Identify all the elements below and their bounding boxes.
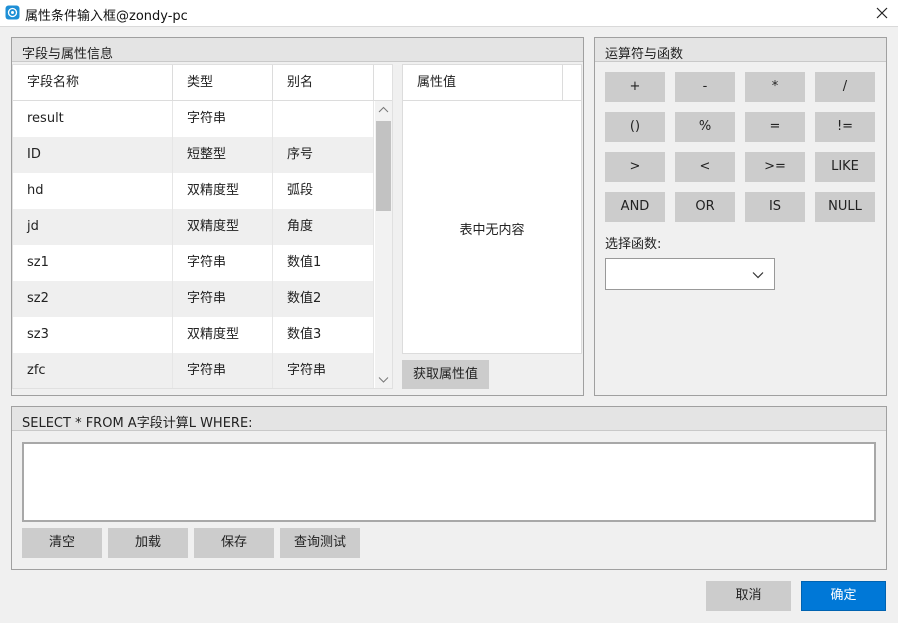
- operator-divide-button[interactable]: /: [815, 72, 875, 102]
- cell-alias: 弧段: [273, 173, 374, 209]
- table-row[interactable]: sz1 字符串 数值1: [13, 245, 374, 281]
- operator-equals-button[interactable]: =: [745, 112, 805, 142]
- scroll-thumb[interactable]: [376, 121, 391, 211]
- operator-parentheses-button[interactable]: (): [605, 112, 665, 142]
- table-row[interactable]: sz2 字符串 数值2: [13, 281, 374, 317]
- attribute-values-list[interactable]: 属性值 表中无内容: [402, 64, 582, 354]
- ok-button[interactable]: 确定: [801, 581, 886, 611]
- operator-greater-button[interactable]: >: [605, 152, 665, 182]
- where-clause-input[interactable]: [22, 442, 876, 522]
- fields-group-title: 字段与属性信息: [22, 47, 114, 62]
- title-bar: 属性条件输入框@zondy-pc: [0, 0, 898, 26]
- table-row[interactable]: hd 双精度型 弧段: [13, 173, 374, 209]
- cell-type: 短整型: [173, 137, 273, 173]
- chevron-up-icon: [378, 106, 389, 113]
- window-title: 属性条件输入框@zondy-pc: [25, 9, 188, 24]
- cell-name: hd: [13, 173, 173, 209]
- cell-name: sz2: [13, 281, 173, 317]
- close-button[interactable]: [866, 0, 898, 26]
- select-function-label: 选择函数:: [605, 237, 662, 252]
- cell-name: result: [13, 101, 173, 137]
- table-row[interactable]: zfc 字符串 字符串: [13, 353, 374, 388]
- load-button[interactable]: 加载: [108, 528, 188, 558]
- scroll-up-button[interactable]: [375, 102, 392, 119]
- function-select[interactable]: [605, 258, 775, 290]
- cell-alias: 序号: [273, 137, 374, 173]
- fields-table[interactable]: 字段名称 类型 别名 result 字符串 ID 短整型 序号 hd 双精度型 …: [12, 64, 393, 389]
- cancel-button[interactable]: 取消: [706, 581, 791, 611]
- column-header-alias[interactable]: 别名: [273, 65, 374, 101]
- save-button[interactable]: 保存: [194, 528, 274, 558]
- cell-alias: 字符串: [273, 353, 374, 388]
- cell-type: 双精度型: [173, 317, 273, 353]
- cell-type: 字符串: [173, 245, 273, 281]
- operator-greater-equal-button[interactable]: >=: [745, 152, 805, 182]
- clear-button[interactable]: 清空: [22, 528, 102, 558]
- operator-is-button[interactable]: IS: [745, 192, 805, 222]
- cell-alias: 数值3: [273, 317, 374, 353]
- sql-group-title: SELECT * FROM A字段计算L WHERE:: [22, 416, 253, 431]
- get-attribute-values-button[interactable]: 获取属性值: [402, 360, 489, 389]
- table-row[interactable]: jd 双精度型 角度: [13, 209, 374, 245]
- operator-and-button[interactable]: AND: [605, 192, 665, 222]
- operator-multiply-button[interactable]: *: [745, 72, 805, 102]
- cell-alias: 数值2: [273, 281, 374, 317]
- operator-modulo-button[interactable]: %: [675, 112, 735, 142]
- empty-message: 表中无内容: [459, 223, 525, 238]
- chevron-down-icon: [752, 272, 764, 279]
- cell-name: jd: [13, 209, 173, 245]
- table-row[interactable]: result 字符串: [13, 101, 374, 137]
- table-row[interactable]: sz3 双精度型 数值3: [13, 317, 374, 353]
- table-row[interactable]: ID 短整型 序号: [13, 137, 374, 173]
- cell-name: ID: [13, 137, 173, 173]
- operator-or-button[interactable]: OR: [675, 192, 735, 222]
- close-icon: [876, 7, 888, 19]
- cell-alias: [273, 101, 374, 137]
- column-header-type[interactable]: 类型: [173, 65, 273, 101]
- cell-alias: 数值1: [273, 245, 374, 281]
- operator-plus-button[interactable]: +: [605, 72, 665, 102]
- app-icon: [5, 5, 20, 20]
- chevron-down-icon: [378, 377, 389, 383]
- cell-alias: 角度: [273, 209, 374, 245]
- operator-like-button[interactable]: LIKE: [815, 152, 875, 182]
- operator-less-button[interactable]: <: [675, 152, 735, 182]
- column-header-name[interactable]: 字段名称: [13, 65, 173, 101]
- cell-name: sz3: [13, 317, 173, 353]
- operators-group-title: 运算符与函数: [605, 47, 684, 62]
- test-query-button[interactable]: 查询测试: [280, 528, 360, 558]
- scroll-down-button[interactable]: [375, 371, 392, 388]
- operator-minus-button[interactable]: -: [675, 72, 735, 102]
- cell-type: 双精度型: [173, 173, 273, 209]
- cell-name: sz1: [13, 245, 173, 281]
- cell-type: 双精度型: [173, 209, 273, 245]
- operator-null-button[interactable]: NULL: [815, 192, 875, 222]
- cell-type: 字符串: [173, 281, 273, 317]
- table-header: 字段名称 类型 别名: [13, 65, 392, 101]
- operator-not-equals-button[interactable]: !=: [815, 112, 875, 142]
- attribute-values-header: 属性值: [403, 65, 563, 101]
- table-scrollbar[interactable]: [375, 101, 392, 388]
- cell-type: 字符串: [173, 101, 273, 137]
- cell-name: zfc: [13, 353, 173, 388]
- cell-type: 字符串: [173, 353, 273, 388]
